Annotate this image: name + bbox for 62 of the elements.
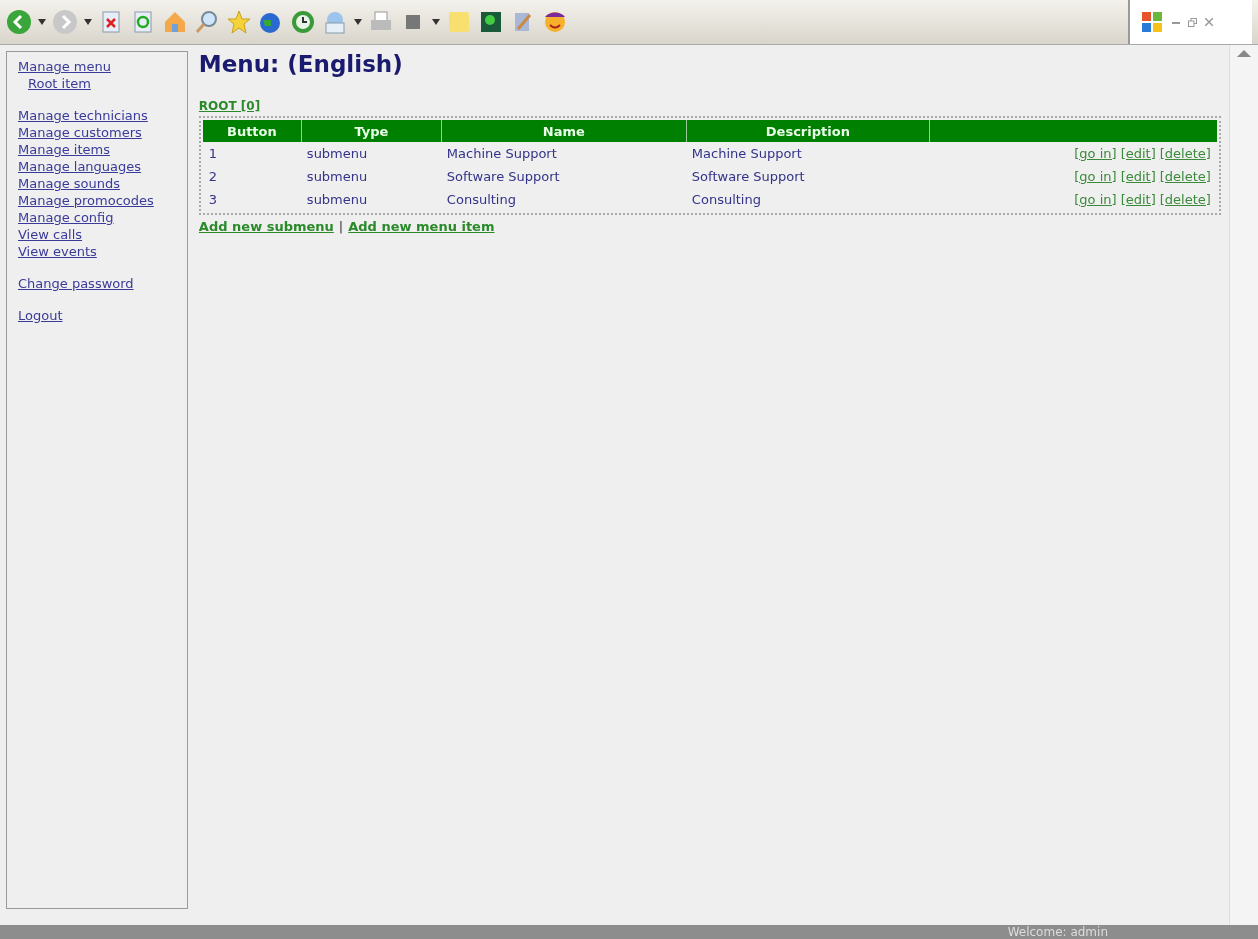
caret-icon[interactable]: [38, 19, 46, 25]
sidebar-link[interactable]: Manage menu: [18, 58, 111, 75]
sidebar-link[interactable]: Manage promocodes: [18, 192, 154, 209]
mail-icon[interactable]: [322, 9, 348, 35]
table-cell-text: 3: [207, 191, 219, 209]
back-icon[interactable]: [6, 9, 32, 35]
caret-icon[interactable]: [432, 19, 440, 25]
restore-icon[interactable]: [1188, 17, 1197, 27]
home-icon[interactable]: [162, 9, 188, 35]
table-cell-text: submenu: [305, 191, 369, 209]
action-link[interactable]: [go in]: [1074, 192, 1117, 207]
add-link[interactable]: Add new menu item: [348, 219, 495, 234]
star-icon[interactable]: [226, 9, 252, 35]
sidebar-link[interactable]: Manage languages: [18, 158, 142, 175]
column-header: Description: [685, 120, 929, 142]
search-icon[interactable]: [194, 9, 220, 35]
table-cell-text: 2: [207, 168, 219, 186]
sidebar-link[interactable]: Change password: [18, 275, 134, 292]
page-title: Menu: (English): [198, 51, 403, 77]
table-cell-text: submenu: [305, 145, 369, 163]
caret-icon[interactable]: [354, 19, 362, 25]
action-link[interactable]: [edit]: [1120, 169, 1156, 184]
action-link[interactable]: [go in]: [1074, 146, 1117, 161]
sidebar-link[interactable]: Manage config: [18, 209, 114, 226]
action-link[interactable]: [edit]: [1120, 146, 1156, 161]
sidebar-link[interactable]: View events: [18, 243, 97, 260]
table-cell-text: Software Support: [690, 168, 806, 186]
table-cell-text: Consulting: [445, 191, 517, 209]
forward-icon[interactable]: [52, 9, 78, 35]
table-cell-text: 1: [207, 145, 219, 163]
smiley-icon[interactable]: [542, 9, 568, 35]
table-cell-text: Machine Support: [690, 145, 803, 163]
sidebar-link[interactable]: Manage items: [18, 141, 110, 158]
scrollbar[interactable]: [1228, 45, 1258, 925]
action-link[interactable]: [delete]: [1159, 192, 1211, 207]
board-icon[interactable]: [478, 9, 504, 35]
breadcrumb-link[interactable]: ROOT [0]: [198, 99, 261, 113]
clock-icon[interactable]: [290, 9, 316, 35]
table-cell-text: submenu: [305, 168, 369, 186]
column-header: Button: [202, 120, 301, 142]
action-link[interactable]: [delete]: [1159, 169, 1211, 184]
sidebar-link[interactable]: Manage technicians: [18, 107, 148, 124]
windows-flag-icon[interactable]: [1140, 9, 1164, 35]
action-link[interactable]: [edit]: [1120, 192, 1156, 207]
sidebar-link[interactable]: View calls: [18, 226, 83, 243]
sidebar-link[interactable]: Manage sounds: [18, 175, 120, 192]
column-header: Name: [440, 120, 686, 142]
sidebar-link[interactable]: Logout: [18, 307, 63, 324]
column-header: Type: [300, 120, 441, 142]
close-icon[interactable]: [1205, 18, 1213, 26]
separator-text: |: [338, 219, 344, 234]
sidebar-link[interactable]: Root item: [18, 75, 91, 92]
welcome-text: Welcome: admin: [1007, 925, 1108, 939]
sidebar-link[interactable]: Manage customers: [18, 124, 142, 141]
table-cell-text: Consulting: [690, 191, 762, 209]
scroll-up-icon[interactable]: [1236, 49, 1251, 59]
action-link[interactable]: [delete]: [1159, 146, 1211, 161]
action-link[interactable]: [go in]: [1074, 169, 1117, 184]
caret-icon[interactable]: [84, 19, 92, 25]
table-cell-text: Machine Support: [445, 145, 558, 163]
table-cell-text: Software Support: [445, 168, 561, 186]
add-link[interactable]: Add new submenu: [198, 219, 334, 234]
